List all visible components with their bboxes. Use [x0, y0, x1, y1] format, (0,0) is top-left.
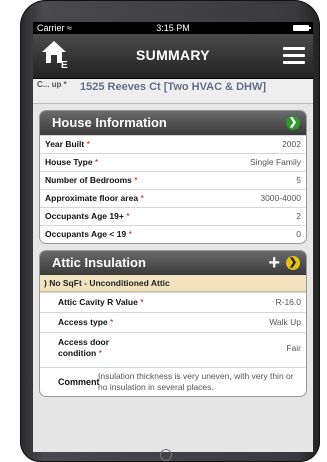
house-information-section: House Information ❯ Year Built * 2002 Ho… — [39, 110, 307, 244]
add-icon[interactable]: + — [268, 252, 280, 274]
row-attic-r-value[interactable]: Attic Cavity R Value * R-16.0 — [40, 292, 306, 312]
required-marker: * — [98, 348, 102, 358]
required-marker: * — [126, 211, 130, 221]
comment-label: Comment — [58, 377, 100, 387]
required-marker: * — [134, 175, 138, 185]
required-marker: * — [86, 139, 90, 149]
row-label: Attic Cavity R Value — [58, 297, 138, 307]
required-marker: * — [128, 229, 132, 239]
phone-screen: Carrier ≈ 3:15 PM E SUMMARY C... up * 15… — [33, 22, 313, 452]
attic-subheader: ) No SqFt - Unconditioned Attic — [40, 275, 306, 292]
address-title: 1525 Reeves Ct [Two HVAC & DHW] — [79, 81, 267, 93]
menu-icon[interactable] — [283, 47, 305, 65]
row-label: Approximate floor area — [45, 193, 139, 203]
section-title: Attic Insulation — [52, 255, 146, 270]
required-marker: * — [110, 317, 114, 327]
row-label: Number of Bedrooms — [45, 175, 132, 185]
required-marker: * — [94, 157, 99, 167]
row-occupants-minor[interactable]: Occupants Age < 19 * 0 — [40, 225, 306, 243]
row-value: Fair — [286, 343, 301, 353]
row-value: 2002 — [282, 139, 301, 149]
row-access-type[interactable]: Access type * Walk Up — [40, 312, 306, 332]
row-value: Walk Up — [269, 317, 301, 327]
navigation-bar: E SUMMARY — [33, 34, 313, 79]
row-label: Access type — [58, 317, 108, 327]
address-strip: C... up * 1525 Reeves Ct [Two HVAC & DHW… — [33, 79, 313, 104]
comment-text: Insulation thickness is very uneven, wit… — [98, 371, 294, 392]
row-value: Single Family — [249, 157, 301, 167]
row-value: 0 — [296, 229, 301, 239]
row-label: Occupants Age < 19 — [45, 229, 127, 239]
status-bar: Carrier ≈ 3:15 PM — [33, 22, 313, 34]
row-comment[interactable]: Comment Insulation thickness is very une… — [40, 367, 306, 396]
chevron-right-icon[interactable]: ❯ — [286, 256, 300, 270]
row-year-built[interactable]: Year Built * 2002 — [40, 135, 306, 153]
page-title: SUMMARY — [136, 47, 210, 63]
row-value: 2 — [296, 211, 301, 221]
house-information-header[interactable]: House Information ❯ — [40, 111, 306, 135]
attic-insulation-section: Attic Insulation + ❯ ) No SqFt - Uncondi… — [39, 250, 307, 397]
row-floor-area[interactable]: Approximate floor area * 3000-4000 — [40, 189, 306, 207]
row-value: 5 — [296, 175, 301, 185]
row-number-of-bedrooms[interactable]: Number of Bedrooms * 5 — [40, 171, 306, 189]
battery-icon — [293, 25, 311, 31]
status-time: 3:15 PM — [156, 23, 190, 33]
row-occupants-adult[interactable]: Occupants Age 19+ * 2 — [40, 207, 306, 225]
required-marker: * — [140, 193, 144, 203]
row-access-door-condition[interactable]: Access door condition * Fair — [40, 332, 306, 367]
device-home-button[interactable] — [160, 449, 172, 461]
row-label: Occupants Age 19+ — [45, 211, 124, 221]
row-value: 3000-4000 — [260, 193, 301, 203]
chevron-right-icon[interactable]: ❯ — [286, 116, 300, 130]
attic-insulation-header[interactable]: Attic Insulation + ❯ — [40, 251, 306, 275]
row-label: House Type — [45, 157, 93, 167]
section-title: House Information — [52, 115, 167, 130]
row-value: R-16.0 — [275, 297, 301, 307]
row-label: Year Built — [45, 139, 85, 149]
required-marker: * — [140, 297, 144, 307]
row-house-type[interactable]: House Type * Single Family — [40, 153, 306, 171]
